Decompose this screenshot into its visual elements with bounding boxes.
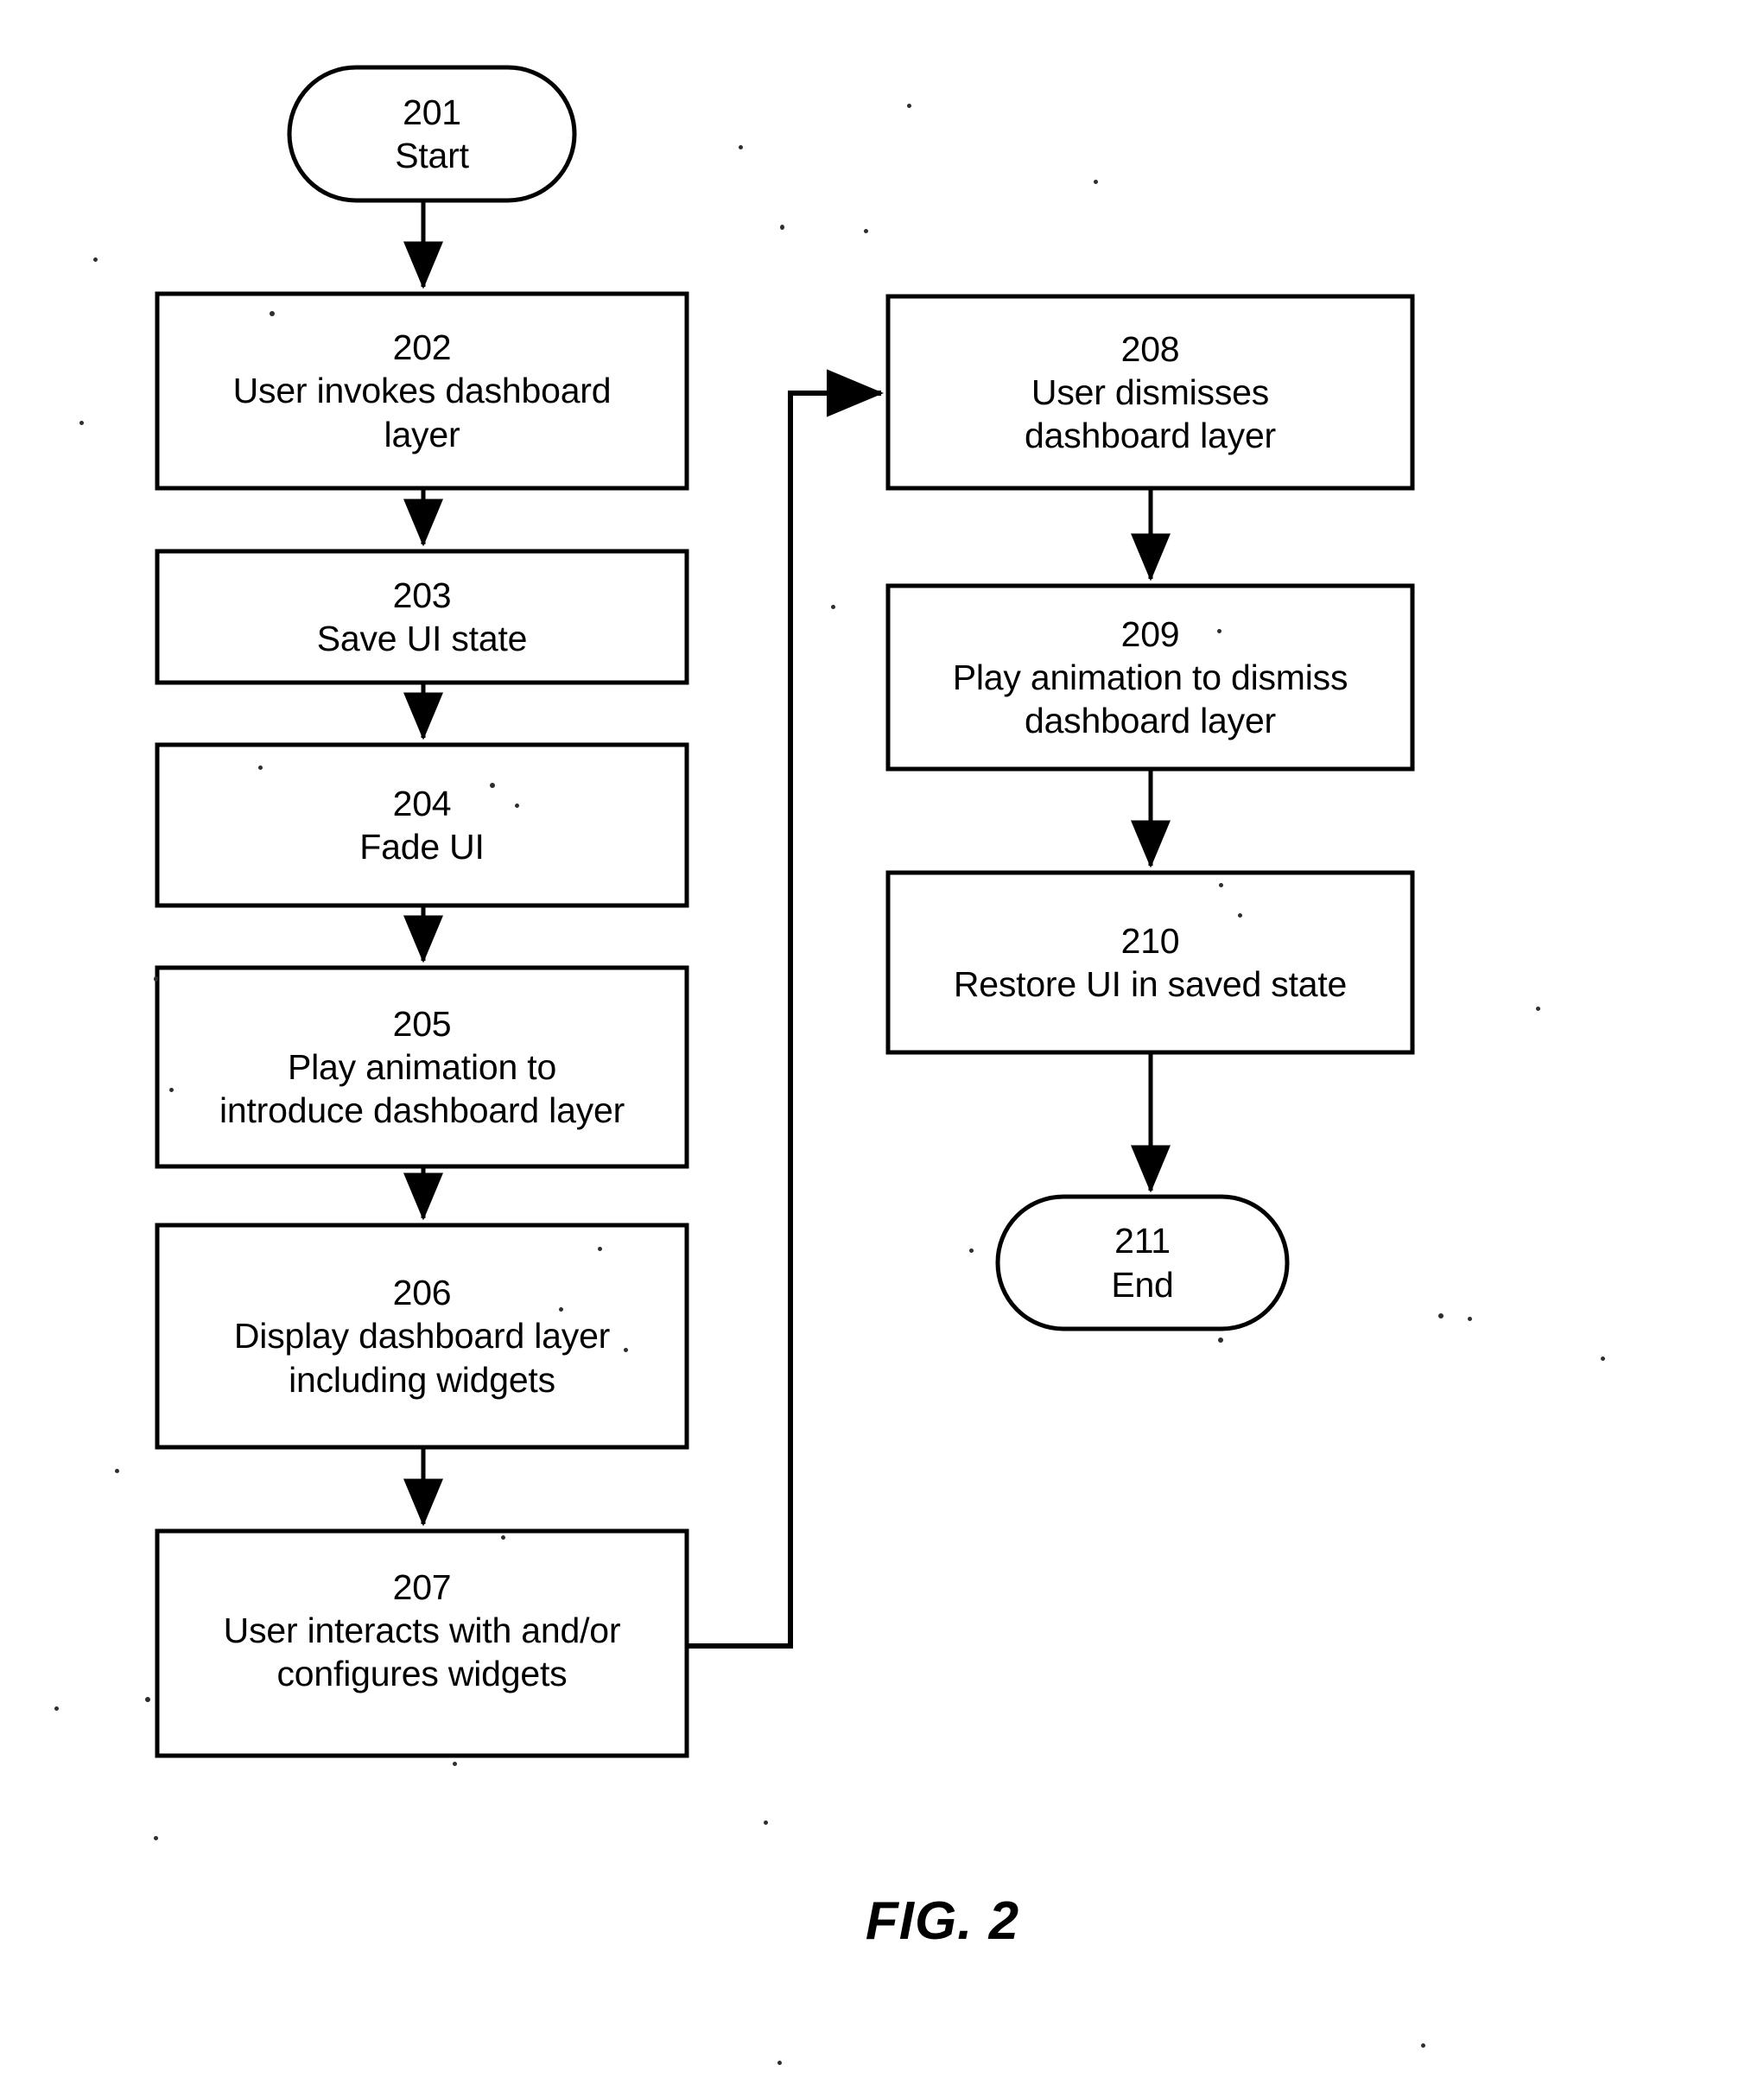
figure-caption-text: FIG. 2 xyxy=(865,1891,1020,1951)
node-shape-207 xyxy=(155,1528,689,1758)
node-shape-209 xyxy=(885,583,1415,772)
flowchart-canvas xyxy=(155,65,1415,1758)
node-shape-204 xyxy=(155,742,689,908)
node-shape-201 xyxy=(287,65,577,203)
node-shape-205 xyxy=(155,965,689,1169)
figure-page: 201 Start 202 User invokes dashboard lay… xyxy=(0,0,1764,2084)
connector-207-208 xyxy=(687,369,884,1649)
node-shape-211 xyxy=(995,1194,1290,1331)
node-shape-208 xyxy=(885,294,1415,491)
node-shape-206 xyxy=(155,1223,689,1450)
figure-caption: FIG. 2 xyxy=(0,1890,1764,1952)
node-shape-203 xyxy=(155,549,689,685)
node-shape-202 xyxy=(155,291,689,491)
node-shape-210 xyxy=(885,870,1415,1055)
